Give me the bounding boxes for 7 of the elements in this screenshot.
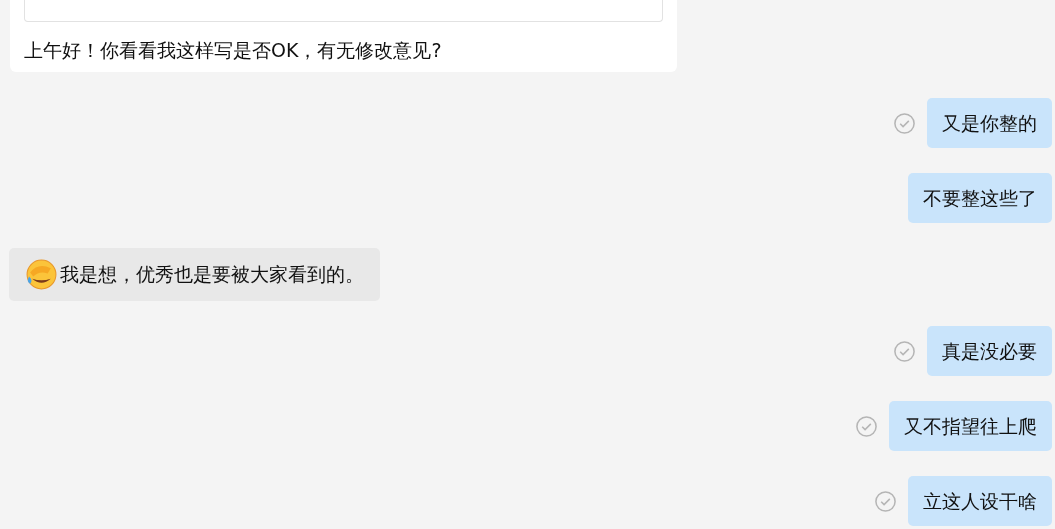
message-bubble: 又不指望往上爬 [889, 401, 1052, 451]
message-text: 上午好！你看看我这样写是否OK，有无修改意见? [24, 38, 443, 63]
message-bubble: 又是你整的 [927, 98, 1052, 148]
message-bubble: 真是没必要 [927, 326, 1052, 376]
message-bubble: 不要整这些了 [908, 173, 1052, 223]
message-text: 我是想，优秀也是要被大家看到的。 [60, 261, 364, 287]
message-bubble: 立这人设干啥 [908, 476, 1052, 526]
